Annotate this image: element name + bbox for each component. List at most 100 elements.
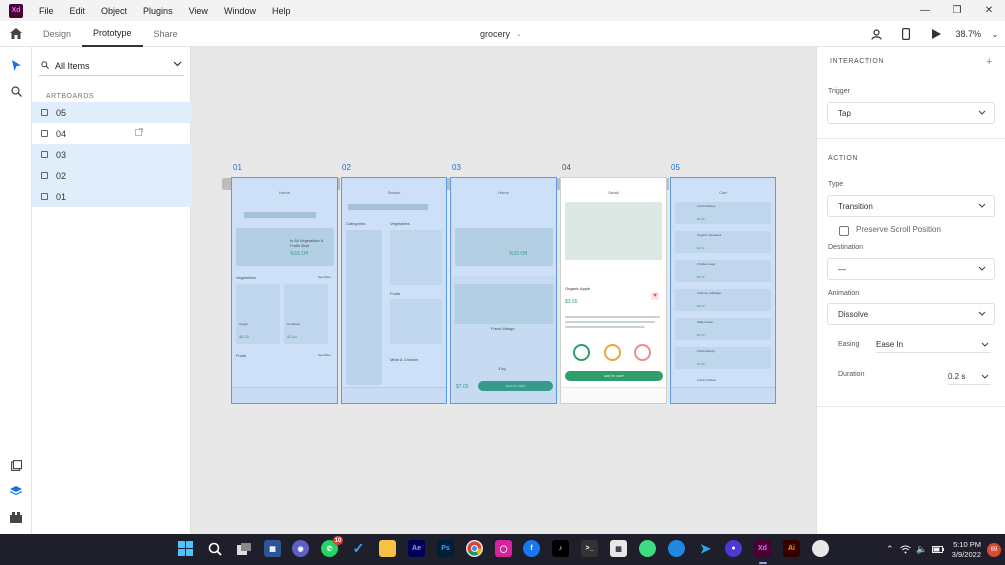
layers-icon[interactable] [0, 480, 32, 502]
toolbar-right: 38.7% ⌄ [861, 21, 1005, 47]
play-icon[interactable] [921, 21, 951, 47]
task-view-icon[interactable] [235, 540, 252, 557]
selection-overlay [671, 178, 775, 403]
terminal-icon[interactable]: >_ [581, 540, 598, 557]
destination-dropdown[interactable]: — [827, 258, 995, 280]
menu-plugins[interactable]: Plugins [135, 6, 181, 16]
clock-date: 3/9/2022 [951, 549, 981, 559]
product-name: Organic Apple [565, 286, 591, 291]
easing-dropdown[interactable]: Ease In [876, 337, 991, 353]
zoom-tool-icon[interactable] [0, 80, 32, 102]
store-icon[interactable]: ▦ [610, 540, 627, 557]
select-tool-icon[interactable] [0, 54, 32, 76]
app-icon[interactable]: ● [725, 540, 742, 557]
selection-overlay [451, 178, 556, 403]
animation-dropdown[interactable]: Dissolve [827, 303, 995, 325]
duration-input[interactable]: 0.2 s [948, 369, 991, 385]
artboard-label-04[interactable]: 04 [562, 163, 571, 172]
add-interaction-icon[interactable]: + [986, 56, 992, 68]
tab-share[interactable]: Share [143, 21, 189, 47]
todo-icon[interactable]: ✓ [350, 540, 367, 557]
battery-icon[interactable] [930, 534, 946, 565]
xd-app-icon: Xd [9, 3, 23, 18]
artboard-02-search[interactable]: Search Categories Vegetables Fruits Meat… [341, 177, 447, 404]
menu-help[interactable]: Help [264, 6, 299, 16]
menu-view[interactable]: View [181, 6, 216, 16]
close-icon[interactable]: ✕ [973, 0, 1005, 21]
layer-artboard-04[interactable]: 04 [32, 123, 191, 144]
layers-panel: All Items ARTBOARDS 05 04 03 02 01 [32, 47, 191, 534]
home-icon[interactable] [0, 21, 32, 47]
photoshop-icon[interactable]: Ps [437, 540, 454, 557]
layer-artboard-02[interactable]: 02 [32, 165, 191, 186]
artboard-05-cart[interactable]: Cart Fresh Parsley $0.08 Organic Tomatoe… [670, 177, 776, 404]
layer-filter-dropdown[interactable]: All Items [39, 56, 184, 76]
menu-edit[interactable]: Edit [62, 6, 94, 16]
tiktok-icon[interactable]: ♪ [552, 540, 569, 557]
artboard-label-02[interactable]: 02 [342, 163, 351, 172]
divider [817, 138, 1005, 139]
instagram-icon[interactable]: ◯ [495, 540, 512, 557]
bottom-nav [561, 387, 666, 403]
file-explorer-icon[interactable] [379, 540, 396, 557]
plugins-icon[interactable] [0, 506, 32, 528]
document-title[interactable]: grocery ⌄ [480, 21, 522, 47]
artboard-label-03[interactable]: 03 [452, 163, 461, 172]
notification-badge[interactable]: 69 [987, 542, 1001, 557]
preserve-scroll-checkbox[interactable] [839, 226, 849, 236]
teams-chat-icon[interactable]: ◉ [292, 540, 309, 557]
action-type-dropdown[interactable]: Transition [827, 195, 995, 217]
design-canvas[interactable]: 01 02 03 04 05 Home In All Vegetables & … [191, 47, 816, 534]
minimize-icon[interactable]: — [909, 0, 941, 21]
action-heading: ACTION [828, 155, 859, 162]
wifi-icon[interactable] [898, 534, 914, 565]
telegram-icon[interactable]: ➤ [697, 540, 714, 557]
chevron-down-icon [978, 109, 986, 118]
tab-prototype[interactable]: Prototype [82, 21, 143, 47]
menu-bar: Xd File Edit Object Plugins View Window … [0, 0, 1005, 21]
menu-object[interactable]: Object [93, 6, 135, 16]
search-icon[interactable] [206, 540, 223, 557]
android-icon[interactable] [639, 540, 656, 557]
widgets-icon[interactable]: ▦ [264, 540, 281, 557]
chrome-icon[interactable] [466, 540, 483, 557]
illustrator-icon[interactable]: Ai [783, 540, 800, 557]
artboard-04-detail[interactable]: Detail Organic Apple $3.65 ♥ ADD TO CART [560, 177, 667, 404]
chrome-profile-icon[interactable] [812, 540, 829, 557]
system-clock[interactable]: 5:10 PM 3/9/2022 [946, 540, 987, 560]
artboard-01-home[interactable]: Home In All Vegetables & Fruits Mart %15… [231, 177, 338, 404]
windows-start-icon[interactable] [177, 540, 194, 557]
layer-artboard-03[interactable]: 03 [32, 144, 191, 165]
edge-icon[interactable] [668, 540, 685, 557]
volume-icon[interactable]: 🔈 [914, 534, 930, 565]
artboard-label-05[interactable]: 05 [671, 163, 680, 172]
trigger-dropdown[interactable]: Tap [827, 102, 995, 124]
user-icon[interactable] [861, 21, 891, 47]
zoom-chevron-icon[interactable]: ⌄ [985, 21, 1005, 47]
restore-icon[interactable]: ❐ [941, 0, 973, 21]
layer-label: 05 [56, 107, 67, 118]
description-line [565, 316, 660, 318]
assets-icon[interactable] [0, 454, 32, 476]
flow-home-marker[interactable] [222, 178, 231, 190]
tab-design[interactable]: Design [32, 21, 82, 47]
external-link-icon[interactable] [135, 128, 143, 138]
destination-value: — [838, 264, 846, 274]
menu-window[interactable]: Window [216, 6, 264, 16]
chevron-up-icon[interactable]: ⌃ [882, 534, 898, 565]
description-line [565, 326, 645, 328]
adobe-xd-icon[interactable]: Xd [754, 540, 771, 557]
layer-artboard-05[interactable]: 05 [32, 102, 191, 123]
whatsapp-icon[interactable]: ✆ 10 [321, 536, 343, 557]
facebook-icon[interactable]: f [523, 540, 540, 557]
device-preview-icon[interactable] [891, 21, 921, 47]
zoom-level[interactable]: 38.7% [951, 29, 985, 39]
layer-artboard-01[interactable]: 01 [32, 186, 191, 207]
artboard-03-quick-add[interactable]: Home %15 Off Fresh Mango 3 kg $7.05 ADD … [450, 177, 557, 404]
artboard-icon [41, 130, 48, 137]
artboard-label-01[interactable]: 01 [233, 163, 242, 172]
product-hero-image [565, 202, 662, 260]
trigger-value: Tap [838, 108, 851, 118]
after-effects-icon[interactable]: Ae [408, 540, 425, 557]
menu-file[interactable]: File [31, 6, 62, 16]
